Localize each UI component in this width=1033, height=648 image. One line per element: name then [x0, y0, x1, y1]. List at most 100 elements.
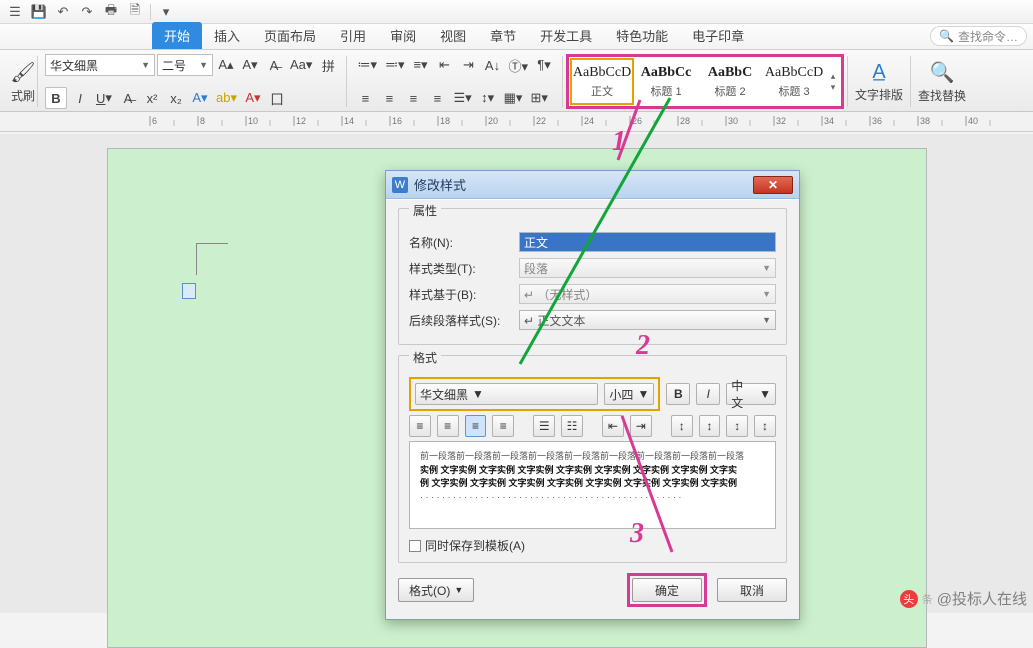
menu-icon[interactable]: ☰ [4, 2, 26, 22]
modify-style-dialog: W 修改样式 ✕ 属性 名称(N): 正文 样式类型(T): 段落▼ 样式基于(… [385, 170, 800, 620]
tab-eseal[interactable]: 电子印章 [680, 22, 756, 49]
font-color-button[interactable]: A▾ [242, 87, 264, 109]
styles-more[interactable]: ▴▾ [826, 58, 840, 105]
tab-page-layout[interactable]: 页面布局 [252, 22, 328, 49]
cancel-button[interactable]: 取消 [717, 578, 787, 602]
styles-group: AaBbCcD 正文 AaBbCc 标题 1 AaBbC 标题 2 AaBbCc… [566, 54, 844, 109]
align-distribute-button[interactable]: ☰▾ [450, 87, 474, 109]
fmt-align-right[interactable]: ≡ [465, 415, 487, 437]
strike-button[interactable]: A̶ [117, 87, 139, 109]
fmt-align-center[interactable]: ≡ [437, 415, 459, 437]
fmt-space-inc[interactable]: ↕ [699, 415, 721, 437]
style-h3[interactable]: AaBbCcD 标题 3 [762, 58, 826, 105]
show-marks-button[interactable]: ¶▾ [533, 54, 555, 76]
numbering-button[interactable]: ≕▾ [382, 54, 408, 76]
grow-font-button[interactable]: A▴ [215, 54, 237, 76]
fmt-align-just[interactable]: ≡ [492, 415, 514, 437]
format-size-combo[interactable]: 小四▼ [604, 383, 654, 405]
shading-button[interactable]: ▦▾ [501, 87, 526, 109]
dec-indent-button[interactable]: ⇤ [434, 54, 456, 76]
subscript-button[interactable]: x₂ [165, 87, 187, 109]
find-replace-button[interactable]: 🔍 查找替换 [914, 54, 970, 109]
style-h1[interactable]: AaBbCc 标题 1 [634, 58, 698, 105]
line-spacing-button[interactable]: ↕▾ [477, 87, 499, 109]
crop-mark [196, 243, 228, 275]
borders-button[interactable]: ⊞▾ [527, 87, 550, 109]
horizontal-ruler[interactable]: 6810121416182022242628303234363840 [0, 112, 1033, 132]
tab-view[interactable]: 视图 [428, 22, 478, 49]
qat-more-icon[interactable]: ▾ [155, 2, 177, 22]
fmt-indent-dec[interactable]: ⇤ [602, 415, 624, 437]
svg-text:12: 12 [296, 116, 306, 126]
style-body[interactable]: AaBbCcD 正文 [570, 58, 634, 105]
italic-button[interactable]: I [69, 87, 91, 109]
undo-icon[interactable]: ↶ [52, 2, 74, 22]
save-to-template-label: 同时保存到模板(A) [425, 537, 525, 554]
style-sample: AaBbCc [641, 65, 692, 81]
bold-button[interactable]: B [45, 87, 67, 109]
tab-section[interactable]: 章节 [478, 22, 528, 49]
fmt-dist-1[interactable]: ☰ [533, 415, 555, 437]
text-layout-button[interactable]: A̲ 文字排版 [851, 54, 907, 109]
print-icon[interactable]: 🖶 [100, 2, 122, 22]
bullets-button[interactable]: ≔▾ [354, 54, 380, 76]
fmt-space-4[interactable]: ↕ [754, 415, 776, 437]
fmt-align-left[interactable]: ≡ [409, 415, 431, 437]
style-sample: AaBbC [708, 65, 752, 81]
ribbon-sep [37, 56, 38, 107]
dialog-close-button[interactable]: ✕ [753, 176, 793, 194]
align-right-button[interactable]: ≡ [402, 87, 424, 109]
fmt-indent-inc[interactable]: ⇥ [630, 415, 652, 437]
fmt-dist-2[interactable]: ☷ [561, 415, 583, 437]
format-italic-button[interactable]: I [696, 383, 720, 405]
tab-special[interactable]: 特色功能 [604, 22, 680, 49]
text-effects-button[interactable]: A▾ [189, 87, 211, 109]
inc-indent-button[interactable]: ⇥ [458, 54, 480, 76]
change-case-button[interactable]: Aa▾ [287, 54, 315, 76]
format-menu-button[interactable]: 格式(O)▼ [398, 578, 474, 602]
based-select[interactable]: ↵ （无样式）▼ [519, 284, 776, 304]
phonetic-guide-button[interactable]: 拼 [317, 54, 339, 76]
sort-button[interactable]: A↓ [482, 54, 504, 76]
shrink-font-button[interactable]: A▾ [239, 54, 261, 76]
clear-format-button[interactable]: A̶ [263, 54, 285, 76]
type-select[interactable]: 段落▼ [519, 258, 776, 278]
dialog-footer: 格式(O)▼ 确定 取消 [398, 573, 787, 607]
multilevel-button[interactable]: ≡▾ [410, 54, 432, 76]
char-border-button[interactable]: 囗 [266, 87, 288, 109]
style-h2[interactable]: AaBbC 标题 2 [698, 58, 762, 105]
superscript-button[interactable]: x² [141, 87, 163, 109]
command-search[interactable]: 🔍 查找命令… [930, 26, 1027, 46]
highlight-button[interactable]: ab▾ [213, 87, 240, 109]
format-bold-button[interactable]: B [666, 383, 690, 405]
properties-legend: 属性 [409, 202, 441, 219]
tab-review[interactable]: 审阅 [378, 22, 428, 49]
name-input[interactable]: 正文 [519, 232, 776, 252]
font-size-combo[interactable]: 二号▼ [157, 54, 213, 76]
save-to-template-check[interactable]: 同时保存到模板(A) [409, 537, 776, 554]
font-name-combo[interactable]: 华文细黑▼ [45, 54, 155, 76]
tab-references[interactable]: 引用 [328, 22, 378, 49]
save-icon[interactable]: 💾 [28, 2, 50, 22]
tab-stops-button[interactable]: Ⓣ▾ [506, 54, 532, 76]
tab-insert[interactable]: 插入 [202, 22, 252, 49]
format-font-combo[interactable]: 华文细黑▼ [415, 383, 598, 405]
redo-icon[interactable]: ↷ [76, 2, 98, 22]
fmt-space-dec[interactable]: ↕ [671, 415, 693, 437]
format-lang-combo[interactable]: 中文▼ [726, 383, 776, 405]
align-left-button[interactable]: ≡ [354, 87, 376, 109]
svg-text:14: 14 [344, 116, 354, 126]
dialog-titlebar[interactable]: W 修改样式 ✕ [386, 171, 799, 199]
tab-developer[interactable]: 开发工具 [528, 22, 604, 49]
print-preview-icon[interactable]: 🗎 [124, 2, 146, 22]
align-justify-button[interactable]: ≡ [426, 87, 448, 109]
next-select[interactable]: ↵ 正文文本▼ [519, 310, 776, 330]
ok-button[interactable]: 确定 [632, 578, 702, 602]
fmt-space-3[interactable]: ↕ [726, 415, 748, 437]
align-center-button[interactable]: ≡ [378, 87, 400, 109]
svg-text:34: 34 [824, 116, 834, 126]
style-label: 正文 [591, 83, 613, 99]
underline-button[interactable]: U▾ [93, 87, 115, 109]
format-painter-button[interactable]: 🖌 式刷 [8, 54, 38, 109]
tab-start[interactable]: 开始 [152, 22, 202, 49]
